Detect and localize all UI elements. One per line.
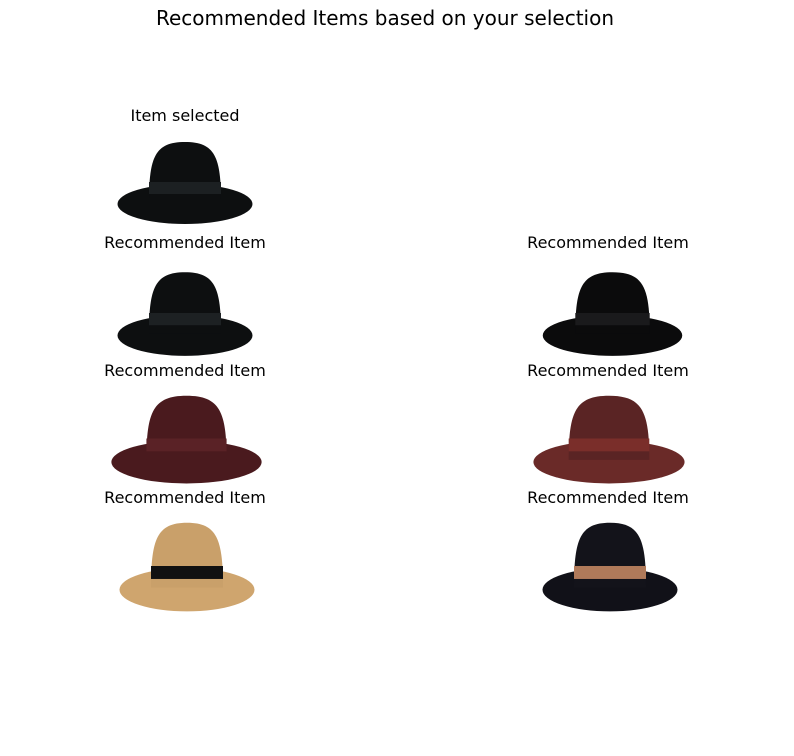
recommended-item-title: Recommended Item bbox=[104, 233, 266, 252]
recommended-hat-image bbox=[542, 522, 678, 612]
recommended-hat-image bbox=[111, 395, 262, 484]
recommended-item-title: Recommended Item bbox=[104, 488, 266, 507]
recommended-hat-image bbox=[533, 395, 685, 484]
selected-item-title: Item selected bbox=[130, 106, 240, 125]
hat-band bbox=[146, 438, 227, 452]
recommended-item-title: Recommended Item bbox=[527, 361, 689, 380]
recommended-item-title: Recommended Item bbox=[527, 488, 689, 507]
hat-band bbox=[149, 182, 221, 194]
hat-band bbox=[568, 438, 650, 452]
figure: Recommended Items based on your selectio… bbox=[0, 0, 794, 756]
hat-band bbox=[574, 566, 646, 579]
selected-hat-image bbox=[117, 142, 253, 224]
recommended-item-title: Recommended Item bbox=[527, 233, 689, 252]
recommended-hat-image bbox=[119, 522, 255, 612]
hat-band bbox=[149, 313, 221, 326]
hat-band bbox=[575, 313, 650, 326]
recommended-hat-image bbox=[542, 272, 683, 356]
figure-title: Recommended Items based on your selectio… bbox=[155, 6, 615, 30]
hat-band bbox=[151, 566, 223, 579]
recommended-item-title: Recommended Item bbox=[104, 361, 266, 380]
recommended-hat-image bbox=[117, 272, 253, 356]
